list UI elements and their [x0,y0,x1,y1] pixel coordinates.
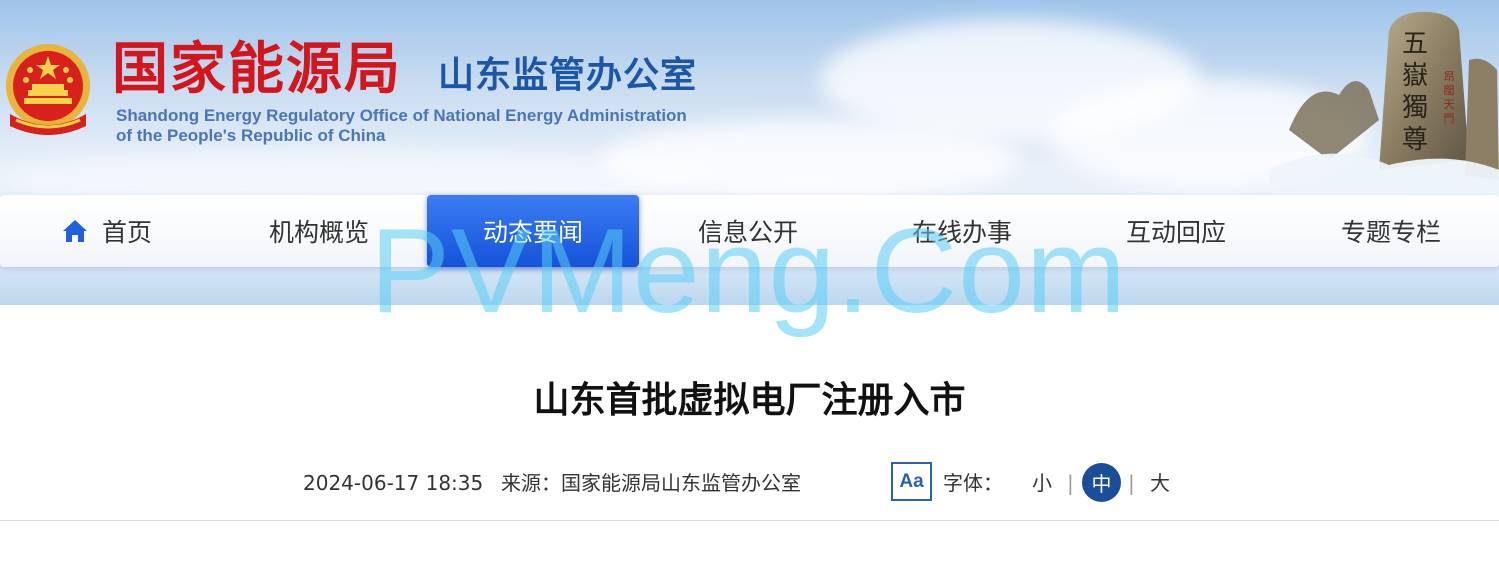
office-name: 山东监管办公室 [438,55,698,96]
svg-text:闊: 闊 [1444,84,1455,97]
nav-item-label: 专题专栏 [1340,218,1441,247]
font-size-large-button[interactable]: 大 [1150,466,1170,500]
font-size-separator: | [1067,471,1074,495]
nav-item-label: 在线办事 [911,218,1012,247]
english-name-line-2: of the People's Republic of China [116,126,386,145]
home-icon [62,220,87,242]
nav-item-label: 动态要闻 [482,218,583,247]
org-name: 国家能源局 [112,37,402,102]
nav-item-interaction[interactable]: 互动回应 [1069,195,1283,267]
nav-item-label: 首页 [101,218,152,247]
font-size-medium-button[interactable]: 中 [1082,463,1121,502]
svg-text:尊: 尊 [1402,125,1428,155]
main-nav: 首页 机构概览 动态要闻 信息公开 在线办事 互动回应 专题专栏 [0,195,1499,267]
svg-text:昂: 昂 [1444,70,1455,83]
nav-item-about[interactable]: 机构概览 [212,195,426,267]
svg-text:獨: 獨 [1402,93,1428,123]
publish-date: 2024-06-17 18:35 [303,471,484,495]
svg-text:門: 門 [1444,112,1455,125]
article-title: 山东首批虚拟电厂注册入市 [533,380,966,421]
nav-item-label: 信息公开 [697,218,798,247]
english-name-line-1: Shandong Energy Regulatory Office of Nat… [116,106,687,125]
font-size-small-button[interactable]: 小 [1032,466,1052,500]
font-size-label: 字体： [943,471,1003,495]
national-emblem-icon [6,44,90,135]
svg-text:五: 五 [1402,29,1428,59]
nav-item-label: 互动回应 [1125,218,1226,247]
svg-text:嶽: 嶽 [1402,61,1428,91]
divider [0,520,1499,521]
nav-item-info-disclosure[interactable]: 信息公开 [641,195,855,267]
font-size-icon: Aa [891,462,932,501]
nav-item-news[interactable]: 动态要闻 [427,195,639,267]
font-size-separator: | [1128,471,1135,495]
nav-item-home[interactable]: 首页 [0,195,214,267]
mountain-inscription-image: 五 嶽 獨 尊 昂 闊 天 門 [1269,11,1499,200]
article-source: 来源：国家能源局山东监管办公室 [501,471,801,495]
nav-item-special-topics[interactable]: 专题专栏 [1284,195,1498,267]
nav-item-online-services[interactable]: 在线办事 [855,195,1069,267]
svg-text:天: 天 [1444,98,1455,111]
nav-item-label: 机构概览 [268,218,369,247]
